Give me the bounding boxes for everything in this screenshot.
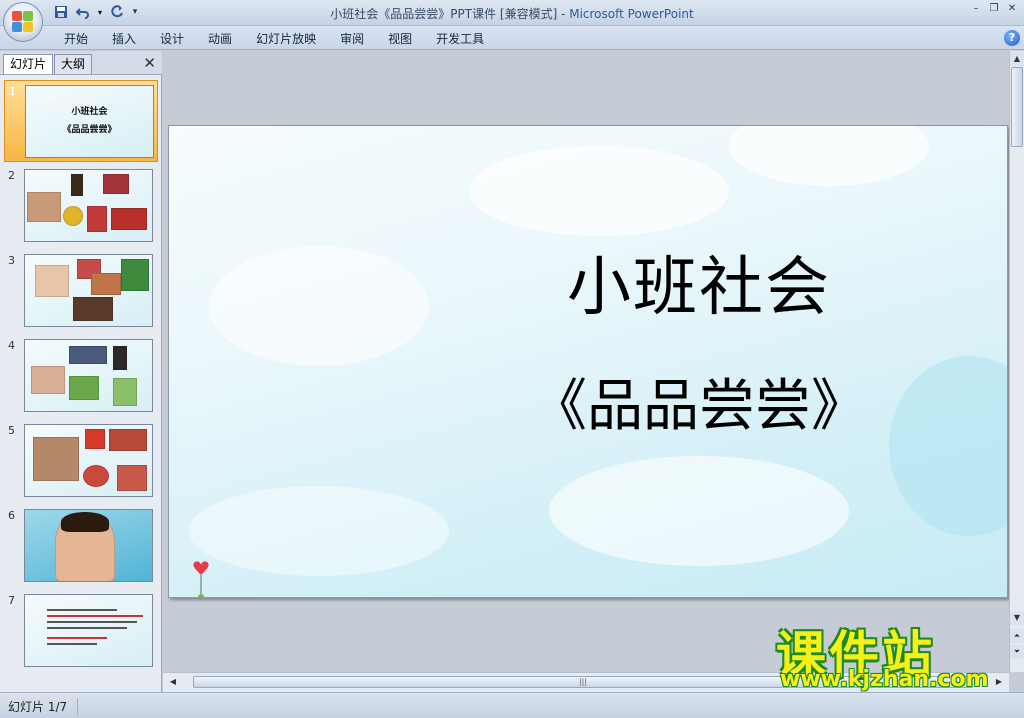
slide-counter: 幻灯片 1/7 [8,698,79,715]
status-bar: 幻灯片 1/7 [0,692,1024,718]
slide-number: 5 [8,424,15,437]
greens-photo [69,376,99,400]
baby-photo [31,366,65,394]
next-slide-icon[interactable]: ⏷ [1010,645,1024,659]
help-icon[interactable]: ? [1004,30,1020,46]
lemon-photo [63,206,83,226]
text-line [47,609,117,611]
snack-photo [73,297,113,321]
office-logo-icon [12,11,34,33]
slide-preview [24,339,153,412]
watermelon-photo [121,259,149,291]
restore-button[interactable]: ❐ [986,2,1002,16]
strawberry-photo [87,206,107,232]
minimize-button[interactable]: – [968,2,984,16]
chili-photo [85,429,105,449]
slide-number: 6 [8,509,15,522]
slide-preview: 小班社会 《品品尝尝》 [25,85,154,158]
background-cloud [469,146,729,236]
slide-thumbnail-6[interactable]: 6 [4,505,158,587]
text-line [47,615,143,617]
current-slide[interactable]: 小班社会 《品品尝尝》 [168,125,1008,598]
ribbon-tabs: 开始 插入 设计 动画 幻灯片放映 审阅 视图 开发工具 [52,30,496,48]
title-bar: ▾ ▾ 小班社会《品品尝尝》PPT课件 [兼容模式] - Microsoft P… [0,0,1024,42]
slide-preview [24,594,153,667]
slide-number: 2 [8,169,15,182]
slide-subtitle[interactable]: 《品品尝尝》 [399,361,999,442]
melon-photo [113,378,137,406]
vertical-scrollbar[interactable]: ▲ ▼ ⏶ ⏷ [1009,51,1024,672]
slide-preview [24,509,153,582]
window-title: 小班社会《品品尝尝》PPT课件 [兼容模式] - Microsoft Power… [0,5,1024,22]
application-name: Microsoft PowerPoint [569,7,694,21]
bottle-photo [71,174,83,196]
text-line [47,637,107,639]
tab-outline[interactable]: 大纲 [54,54,93,74]
medicine-photo [69,346,107,364]
slides-pane: 幻灯片 大纲 ✕ 1 小班社会 《品品尝尝》 2 3 4 5 6 7 [0,51,162,692]
scroll-left-icon[interactable]: ◀ [167,676,179,688]
slide-preview [24,254,153,327]
dish-photo [83,465,109,487]
window-controls: – ❐ ✕ [968,2,1020,16]
close-button[interactable]: ✕ [1004,2,1020,16]
tab-home[interactable]: 开始 [52,30,100,48]
baby-photo [35,265,69,297]
slide-title[interactable]: 小班社会 [399,236,999,328]
scroll-down-icon[interactable]: ▼ [1010,611,1024,625]
text-line [47,627,127,629]
sauce-photo [109,429,147,451]
slide-thumbnail-2[interactable]: 2 [4,165,158,247]
slide-number: 4 [8,339,15,352]
tab-insert[interactable]: 插入 [100,30,148,48]
tab-slides[interactable]: 幻灯片 [3,54,54,74]
slide-thumbnail-4[interactable]: 4 [4,335,158,417]
grapes-photo [103,174,129,194]
tab-view[interactable]: 视图 [376,30,424,48]
slide-number: 7 [8,594,15,607]
slide-number: 1 [9,85,16,98]
tab-review[interactable]: 审阅 [328,30,376,48]
slide-editor[interactable]: 小班社会 《品品尝尝》 [163,51,1009,672]
heart-balloon-icon [193,561,209,597]
slide-thumbnail-3[interactable]: 3 [4,250,158,332]
scroll-up-icon[interactable]: ▲ [1010,52,1024,66]
slide-thumbnail-5[interactable]: 5 [4,420,158,502]
background-cloud [729,126,929,186]
slide-preview [24,169,153,242]
ribbon: 开始 插入 设计 动画 幻灯片放映 审阅 视图 开发工具 ? [0,26,1024,50]
tab-animations[interactable]: 动画 [196,30,244,48]
background-cloud [189,486,449,576]
baby-photo [27,192,61,222]
slide-number: 3 [8,254,15,267]
previous-slide-icon[interactable]: ⏶ [1010,629,1024,643]
background-cloud [549,456,849,566]
sausage-photo [111,208,147,230]
hair-photo [61,512,109,532]
tab-design[interactable]: 设计 [148,30,196,48]
watermark-url: www.kjzhan.com [780,667,989,692]
text-line [47,621,137,623]
thumb-title: 小班社会 [71,107,108,117]
crying-child-photo [33,437,79,481]
text-line [47,643,97,645]
jar-photo [117,465,147,491]
tab-slide-show[interactable]: 幻灯片放映 [244,30,328,48]
background-cloud [209,246,429,366]
food-photo [91,273,121,295]
document-title: 小班社会《品品尝尝》PPT课件 [兼容模式] - [330,7,570,21]
office-button[interactable] [3,2,43,42]
watermark: 课件站 www.kjzhan.com [770,615,1010,695]
thumb-subtitle: 《品品尝尝》 [62,125,117,135]
can-photo [113,346,127,370]
scroll-thumb[interactable] [1011,67,1023,147]
pane-tabs: 幻灯片 大纲 ✕ [0,51,162,75]
slide-thumbnail-1[interactable]: 1 小班社会 《品品尝尝》 [4,80,158,162]
tab-developer[interactable]: 开发工具 [424,30,496,48]
slide-thumbnail-7[interactable]: 7 [4,590,158,672]
slide-preview [24,424,153,497]
close-pane-icon[interactable]: ✕ [143,55,156,71]
